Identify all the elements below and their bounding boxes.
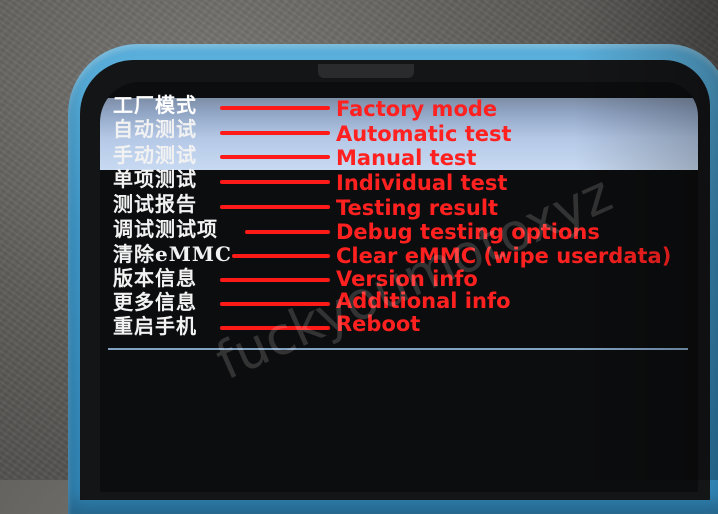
annotation-manual-test: Manual test bbox=[336, 146, 477, 170]
menu-item-version-info[interactable]: 版本信息 bbox=[113, 267, 197, 289]
leader-line bbox=[220, 155, 330, 159]
menu-divider bbox=[108, 348, 688, 350]
menu-item-factory-mode[interactable]: 工厂模式 bbox=[113, 94, 197, 116]
leader-line bbox=[232, 254, 330, 258]
leader-line bbox=[220, 205, 330, 209]
annotation-factory-mode: Factory mode bbox=[336, 97, 498, 121]
menu-item-additional-info[interactable]: 更多信息 bbox=[113, 291, 197, 313]
menu-item-testing-result[interactable]: 测试报告 bbox=[113, 193, 197, 215]
leader-line bbox=[245, 230, 330, 234]
leader-line bbox=[220, 278, 330, 282]
menu-item-manual-test[interactable]: 手动测试 bbox=[113, 144, 197, 166]
leader-line bbox=[220, 131, 330, 135]
menu-item-reboot[interactable]: 重启手机 bbox=[113, 315, 197, 337]
menu-item-individual-test[interactable]: 单项测试 bbox=[113, 168, 197, 190]
menu-item-debug-testing[interactable]: 调试测试项 bbox=[113, 218, 218, 240]
leader-line bbox=[220, 106, 330, 110]
menu-item-clear-emmc[interactable]: 清除eMMC bbox=[113, 243, 232, 265]
earpiece-notch bbox=[318, 64, 414, 78]
annotation-automatic-test: Automatic test bbox=[336, 122, 512, 146]
annotation-testing-result: Testing result bbox=[336, 196, 499, 220]
annotation-individual-test: Individual test bbox=[336, 171, 508, 195]
menu-item-automatic-test[interactable]: 自动测试 bbox=[113, 118, 197, 140]
leader-line bbox=[220, 180, 330, 184]
